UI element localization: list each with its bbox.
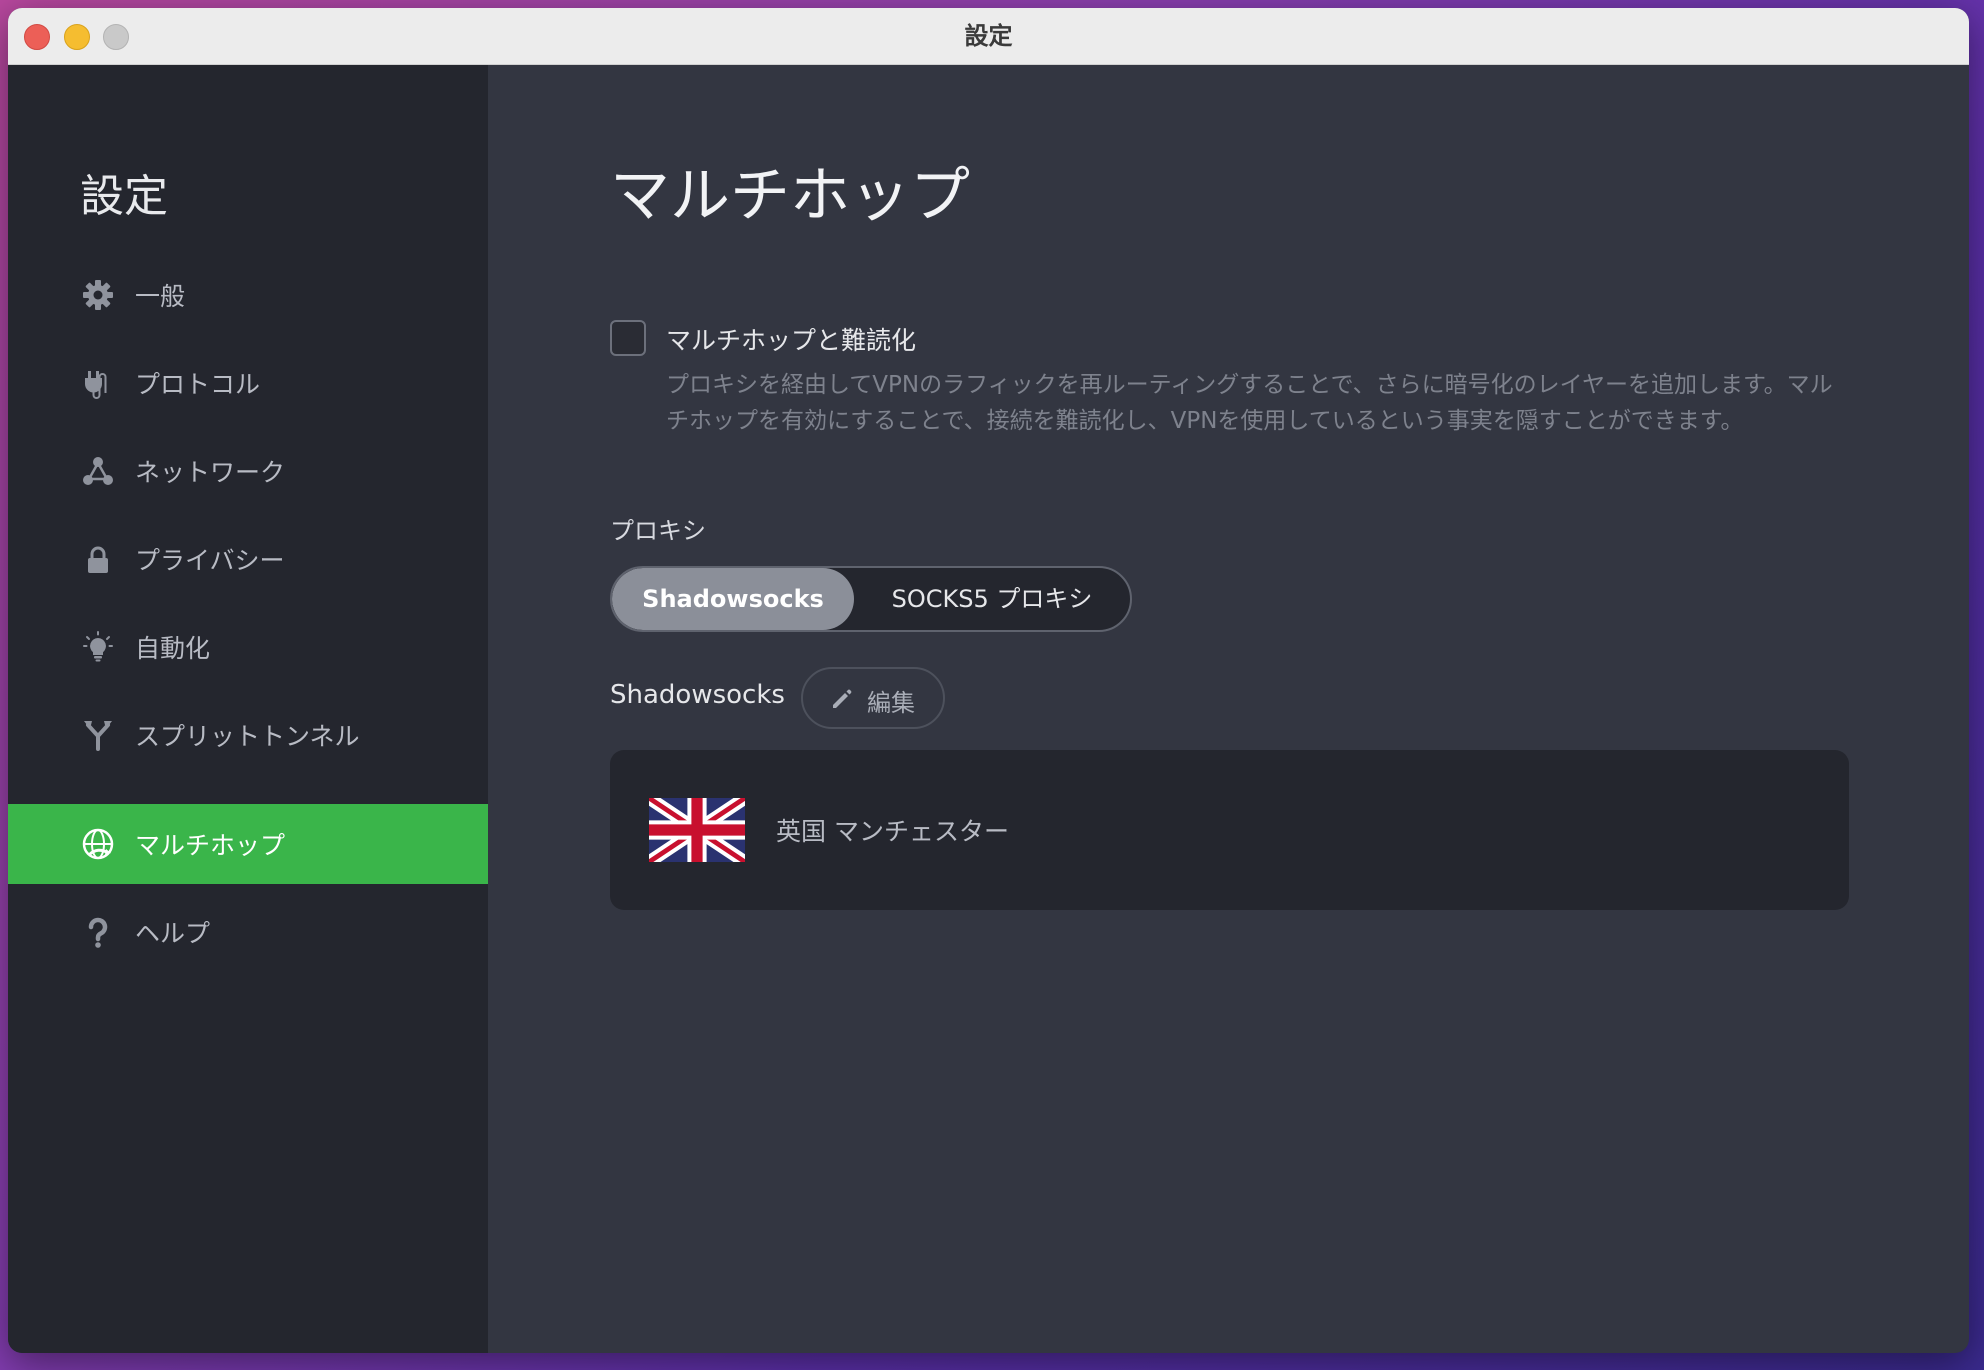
sidebar-item-label: 自動化	[135, 634, 211, 663]
plug-icon	[80, 365, 116, 401]
sidebar-item-general[interactable]: 一般	[8, 255, 488, 335]
multihop-checkbox[interactable]	[610, 320, 646, 356]
sidebar-item-label: マルチホップ	[135, 831, 286, 860]
sidebar-item-network[interactable]: ネットワーク	[8, 431, 488, 511]
sidebar-item-help[interactable]: ヘルプ	[8, 892, 488, 972]
lock-icon	[80, 541, 116, 577]
sidebar-item-multihop[interactable]: マルチホップ	[8, 804, 488, 884]
globe-icon	[80, 826, 116, 862]
network-icon	[80, 453, 116, 489]
server-location-name: 英国 マンチェスター	[776, 817, 1009, 846]
proxy-option-shadowsocks[interactable]: Shadowsocks	[612, 568, 854, 630]
uk-flag-icon	[645, 792, 749, 868]
gear-icon	[80, 277, 116, 313]
title-bar: 設定	[8, 8, 1969, 65]
multihop-checkbox-label[interactable]: マルチホップと難読化	[666, 321, 916, 357]
proxy-type-selector: Shadowsocks SOCKS5 プロキシ	[610, 566, 1132, 632]
proxy-option-socks5[interactable]: SOCKS5 プロキシ	[854, 568, 1130, 630]
settings-window: 設定 設定 一般 プロトコル ネットワーク プライバシー 自動化 スプリットトン…	[8, 8, 1969, 1353]
shadowsocks-label: Shadowsocks	[610, 680, 785, 710]
sidebar-item-automation[interactable]: 自動化	[8, 607, 488, 687]
sidebar-item-label: スプリットトンネル	[135, 722, 360, 751]
multihop-description: プロキシを経由してVPNのラフィックを再ルーティングすることで、さらに暗号化のレ…	[666, 372, 1833, 434]
sidebar-item-label: ヘルプ	[135, 919, 211, 948]
page-title: マルチホップ	[610, 161, 970, 231]
lightbulb-icon	[80, 629, 116, 665]
sidebar-item-split-tunnel[interactable]: スプリットトンネル	[8, 695, 488, 775]
sidebar-item-privacy[interactable]: プライバシー	[8, 519, 488, 599]
sidebar-item-label: プライバシー	[135, 546, 285, 575]
pencil-icon	[829, 686, 855, 712]
sidebar-item-label: ネットワーク	[135, 458, 286, 487]
question-icon	[80, 914, 116, 950]
server-card[interactable]: 英国 マンチェスター	[610, 750, 1849, 910]
edit-button-label: 編集	[867, 689, 915, 717]
sidebar: 設定 一般 プロトコル ネットワーク プライバシー 自動化 スプリットトンネル …	[8, 65, 488, 1353]
proxy-section-label: プロキシ	[610, 517, 706, 545]
sidebar-title: 設定	[80, 171, 168, 222]
sidebar-item-protocol[interactable]: プロトコル	[8, 343, 488, 423]
edit-button[interactable]: 編集	[801, 667, 945, 729]
window-title: 設定	[964, 22, 1013, 50]
split-tunnel-icon	[80, 717, 116, 753]
sidebar-item-label: 一般	[135, 282, 186, 311]
sidebar-item-label: プロトコル	[135, 370, 261, 399]
main-panel: マルチホップ マルチホップと難読化 プロキシを経由してVPNのラフィックを再ルー…	[488, 65, 1969, 1353]
